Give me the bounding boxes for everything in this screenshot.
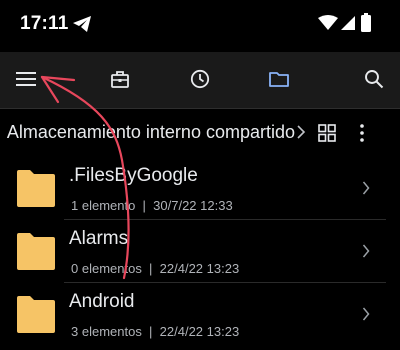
breadcrumb: Almacenamiento interno compartido [0,109,400,157]
search-button[interactable] [359,64,389,94]
file-item-count: 3 elementos [71,324,142,339]
chevron-right-icon [362,244,370,258]
wifi-icon [318,15,338,30]
search-icon [365,70,384,89]
folder-icon [17,170,55,207]
status-bar: 17:11 [0,0,400,52]
top-toolbar [0,52,400,108]
grid-view-icon[interactable] [316,122,338,144]
folder-icon [17,296,55,333]
file-name: Android [69,291,135,312]
tab-work[interactable] [105,64,135,94]
folder-icon [269,72,289,87]
menu-icon [16,72,36,86]
tab-recent[interactable] [185,64,215,94]
battery-icon [361,13,371,32]
folder-icon [17,233,55,270]
more-vert-icon [360,124,364,142]
file-date: 30/7/22 12:33 [153,198,233,213]
file-date: 22/4/22 13:23 [159,324,240,339]
chevron-right-icon [297,125,306,139]
telegram-icon [73,16,91,32]
chevron-right-icon [362,181,370,195]
more-options-button[interactable] [352,121,372,145]
file-meta: 1 elemento | 30/7/22 12:33 [71,198,233,213]
tab-browse[interactable] [264,64,294,94]
breadcrumb-path[interactable]: Almacenamiento interno compartido [0,109,295,157]
file-meta: 3 elementos | 22/4/22 13:23 [71,324,240,339]
signal-icon [341,16,355,30]
status-time: 17:11 [20,13,69,34]
menu-button[interactable] [11,64,41,94]
file-meta: 0 elementos | 22/4/22 13:23 [71,261,240,276]
clock-icon [190,69,210,89]
list-item-alarms[interactable]: Alarms 0 elementos | 22/4/22 13:23 [0,220,400,282]
file-name: .FilesByGoogle [69,165,198,186]
list-item-files-by-google[interactable]: .FilesByGoogle 1 elemento | 30/7/22 12:3… [0,157,400,219]
file-item-count: 1 elemento [71,198,136,213]
file-item-count: 0 elementos [71,261,142,276]
briefcase-icon [111,71,129,88]
chevron-right-icon [362,307,370,321]
breadcrumb-label: Almacenamiento interno compartido [6,122,295,142]
file-name: Alarms [69,228,129,249]
file-date: 22/4/22 13:23 [159,261,240,276]
list-item-android[interactable]: Android 3 elementos | 22/4/22 13:23 [0,283,400,345]
